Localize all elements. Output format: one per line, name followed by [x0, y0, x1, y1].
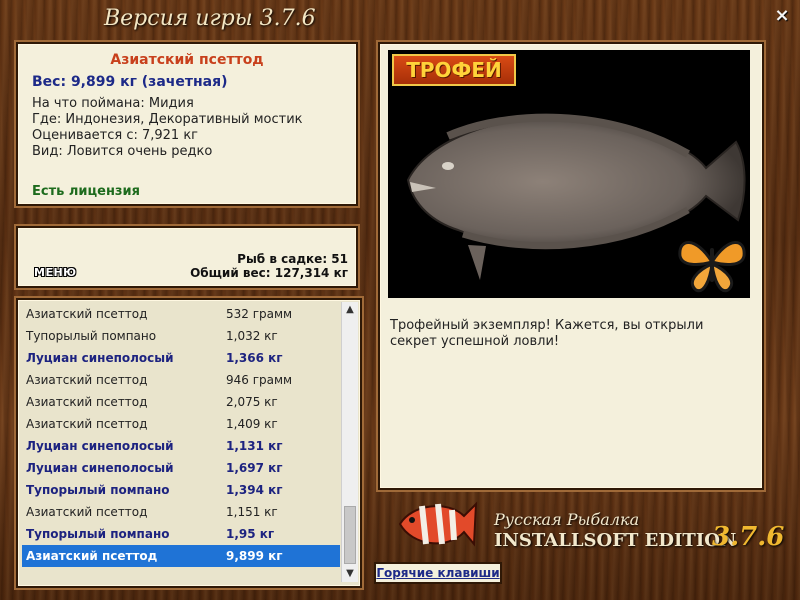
list-item[interactable]: Тупорылый помпано 1,95 кг [22, 523, 340, 545]
list-item-weight: 1,131 кг [226, 439, 283, 453]
catch-list-rows: Азиатский псеттод 532 грамм Тупорылый помп… [22, 303, 340, 567]
scrollbar[interactable]: ▲ ▼ [341, 302, 358, 582]
list-item-name: Луциан синеполосый [26, 461, 174, 475]
fish-photo: ТРОФЕЙ [388, 50, 750, 298]
brand-edition: INSTALLSOFT EDITION [494, 530, 737, 551]
list-item[interactable]: Азиатский псеттод 1,151 кг [22, 501, 340, 523]
logo-fish-icon [398, 501, 478, 547]
list-item-name: Азиатский псеттод [26, 549, 158, 563]
list-item-name: Тупорылый помпано [26, 329, 157, 343]
menu-button[interactable]: МЕНЮ [34, 266, 77, 279]
license-status: Есть лицензия [32, 184, 140, 199]
list-item[interactable]: Азиатский псеттод 9,899 кг [22, 545, 340, 567]
butterfly-icon [678, 241, 746, 293]
fish-name-title: Азиатский псеттод [110, 52, 264, 68]
list-item-weight: 946 грамм [226, 373, 293, 387]
list-item-weight: 1,394 кг [226, 483, 283, 497]
rated-from-line: Оценивается с: 7,921 кг [32, 128, 199, 143]
close-icon[interactable]: × [772, 6, 792, 26]
trophy-panel: ТРОФЕЙ Трофейный экземпляр! Кажется, вы … [378, 42, 764, 490]
fish-weight: Вес: 9,899 кг (зачетная) [32, 74, 228, 90]
list-item-weight: 9,899 кг [226, 549, 283, 563]
brand-title: Русская Рыбалка [494, 510, 640, 529]
list-item-weight: 1,151 кг [226, 505, 278, 519]
scroll-down-icon[interactable]: ▼ [342, 566, 358, 582]
fish-info-panel: Азиатский псеттод Вес: 9,899 кг (зачетна… [16, 42, 358, 206]
total-weight: Общий вес: 127,314 кг [190, 266, 348, 280]
window-title: Версия игры 3.7.6 [104, 6, 316, 31]
list-item-weight: 1,95 кг [226, 527, 275, 541]
list-item-name: Азиатский псеттод [26, 505, 148, 519]
list-item-weight: 532 грамм [226, 307, 293, 321]
scroll-thumb[interactable] [344, 506, 356, 564]
list-item[interactable]: Луциан синеполосый 1,697 кг [22, 457, 340, 479]
fish-count: Рыб в садке: 51 [237, 252, 348, 266]
list-item[interactable]: Тупорылый помпано 1,394 кг [22, 479, 340, 501]
list-item[interactable]: Луциан синеполосый 1,131 кг [22, 435, 340, 457]
list-item[interactable]: Азиатский псеттод 2,075 кг [22, 391, 340, 413]
list-item[interactable]: Азиатский псеттод 946 грамм [22, 369, 340, 391]
list-item-name: Луциан синеполосый [26, 439, 174, 453]
list-item-weight: 2,075 кг [226, 395, 278, 409]
catch-list[interactable]: Азиатский псеттод 532 грамм Тупорылый помп… [16, 298, 362, 588]
list-item-name: Луциан синеполосый [26, 351, 174, 365]
list-item-name: Тупорылый помпано [26, 527, 170, 541]
list-item-name: Тупорылый помпано [26, 483, 170, 497]
list-item-name: Азиатский псеттод [26, 395, 148, 409]
brand-version: 3.7.6 [712, 522, 785, 552]
list-item[interactable]: Тупорылый помпано 1,032 кг [22, 325, 340, 347]
hotkeys-button[interactable]: Горячие клавиши [374, 562, 502, 584]
bait-line: На что поймана: Мидия [32, 96, 194, 111]
list-item-name: Азиатский псеттод [26, 373, 148, 387]
trophy-badge: ТРОФЕЙ [392, 54, 516, 86]
trophy-message: Трофейный экземпляр! Кажется, вы открыли… [390, 318, 704, 349]
list-item-weight: 1,697 кг [226, 461, 283, 475]
list-item-weight: 1,032 кг [226, 329, 278, 343]
list-item-name: Азиатский псеттод [26, 307, 148, 321]
list-item[interactable]: Азиатский псеттод 532 грамм [22, 303, 340, 325]
list-item-weight: 1,366 кг [226, 351, 283, 365]
rarity-line: Вид: Ловится очень редко [32, 144, 213, 159]
location-line: Где: Индонезия, Декоративный мостик [32, 112, 303, 127]
cage-panel: МЕНЮ Рыб в садке: 51 Общий вес: 127,314 … [16, 226, 358, 288]
scroll-up-icon[interactable]: ▲ [342, 302, 358, 318]
list-item-name: Азиатский псеттод [26, 417, 148, 431]
list-item[interactable]: Азиатский псеттод 1,409 кг [22, 413, 340, 435]
list-item-weight: 1,409 кг [226, 417, 278, 431]
list-item[interactable]: Луциан синеполосый 1,366 кг [22, 347, 340, 369]
